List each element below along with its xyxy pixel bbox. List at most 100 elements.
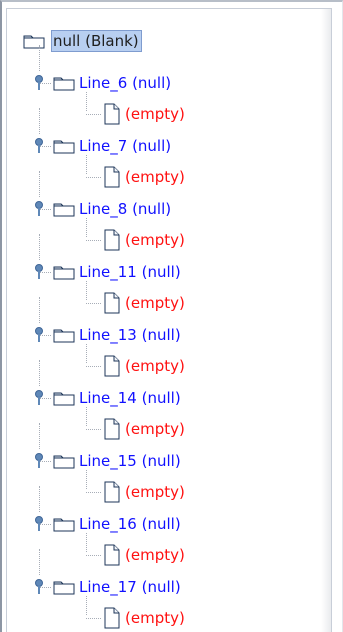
tree-connector-horizontal — [40, 272, 51, 273]
tree-connector-vertical — [39, 108, 40, 134]
tree-line-node[interactable]: Line_14 (null) — [53, 386, 181, 410]
tree-empty-node[interactable]: (empty) — [103, 354, 185, 378]
tree-line-label[interactable]: Line_16 (null) — [79, 515, 181, 533]
tree-child-connector-horizontal — [86, 366, 101, 367]
folder-icon — [53, 516, 75, 532]
tree-child-connector-vertical — [86, 344, 87, 363]
folder-icon — [53, 327, 75, 343]
tree-line-label[interactable]: Line_8 (null) — [79, 200, 171, 218]
tree-expand-handle-stem — [38, 82, 40, 90]
folder-icon — [53, 453, 75, 469]
tree-panel: null (Blank) Line_6 (null) (empty) Line_7 … — [0, 0, 343, 632]
tree-expand-handle-stem — [38, 334, 40, 342]
tree-empty-label[interactable]: (empty) — [125, 105, 185, 123]
tree-child-connector-horizontal — [86, 240, 101, 241]
tree-expand-handle-stem — [38, 397, 40, 405]
tree-line-node[interactable]: Line_6 (null) — [53, 71, 171, 95]
tree-child-connector-vertical — [86, 533, 87, 552]
tree-connector-vertical — [39, 549, 40, 575]
tree-child-connector-vertical — [86, 155, 87, 174]
tree-child-connector-horizontal — [86, 618, 101, 619]
tree-connector-horizontal — [40, 524, 51, 525]
tree-connector-horizontal — [40, 335, 51, 336]
panel-edge-shadow — [321, 9, 331, 632]
document-icon — [103, 229, 121, 251]
tree-child-connector-vertical — [86, 281, 87, 300]
tree-line-node[interactable]: Line_17 (null) — [53, 575, 181, 599]
document-icon — [103, 607, 121, 629]
tree-empty-node[interactable]: (empty) — [103, 480, 185, 504]
folder-icon — [53, 201, 75, 217]
tree-line-label[interactable]: Line_13 (null) — [79, 326, 181, 344]
tree-empty-label[interactable]: (empty) — [125, 420, 185, 438]
tree-child-connector-vertical — [86, 596, 87, 615]
tree-view[interactable]: null (Blank) Line_6 (null) (empty) Line_7 … — [6, 8, 332, 632]
tree-expand-handle-stem — [38, 523, 40, 531]
tree-line-node[interactable]: Line_16 (null) — [53, 512, 181, 536]
folder-icon — [53, 390, 75, 406]
tree-empty-label[interactable]: (empty) — [125, 357, 185, 375]
document-icon — [103, 418, 121, 440]
tree-child-connector-horizontal — [86, 429, 101, 430]
tree-line-node[interactable]: Line_8 (null) — [53, 197, 171, 221]
tree-child-connector-vertical — [86, 470, 87, 489]
document-icon — [103, 481, 121, 503]
tree-connector-vertical — [39, 234, 40, 260]
tree-content: null (Blank) Line_6 (null) (empty) Line_7 … — [7, 9, 331, 632]
tree-empty-node[interactable]: (empty) — [103, 417, 185, 441]
tree-expand-handle-stem — [38, 145, 40, 153]
tree-connector-vertical — [39, 297, 40, 323]
tree-line-label[interactable]: Line_17 (null) — [79, 578, 181, 596]
tree-line-label[interactable]: Line_15 (null) — [79, 452, 181, 470]
tree-empty-label[interactable]: (empty) — [125, 546, 185, 564]
tree-expand-handle-stem — [38, 271, 40, 279]
tree-root-node[interactable]: null (Blank) — [23, 29, 142, 53]
tree-connector-horizontal — [40, 587, 51, 588]
tree-connector-vertical — [39, 45, 40, 71]
tree-connector-horizontal — [40, 146, 51, 147]
tree-empty-label[interactable]: (empty) — [125, 294, 185, 312]
tree-empty-node[interactable]: (empty) — [103, 102, 185, 126]
tree-line-node[interactable]: Line_15 (null) — [53, 449, 181, 473]
tree-expand-handle-stem — [38, 586, 40, 594]
folder-icon — [53, 264, 75, 280]
tree-expand-handle-stem — [38, 460, 40, 468]
tree-empty-node[interactable]: (empty) — [103, 165, 185, 189]
tree-root-label[interactable]: null (Blank) — [51, 30, 142, 52]
document-icon — [103, 166, 121, 188]
tree-empty-label[interactable]: (empty) — [125, 231, 185, 249]
tree-empty-node[interactable]: (empty) — [103, 606, 185, 630]
tree-line-node[interactable]: Line_13 (null) — [53, 323, 181, 347]
tree-empty-label[interactable]: (empty) — [125, 609, 185, 627]
document-icon — [103, 355, 121, 377]
tree-child-connector-horizontal — [86, 492, 101, 493]
tree-empty-node[interactable]: (empty) — [103, 291, 185, 315]
folder-icon — [53, 579, 75, 595]
tree-empty-label[interactable]: (empty) — [125, 168, 185, 186]
tree-line-label[interactable]: Line_7 (null) — [79, 137, 171, 155]
tree-empty-node[interactable]: (empty) — [103, 228, 185, 252]
tree-child-connector-vertical — [86, 218, 87, 237]
tree-line-node[interactable]: Line_11 (null) — [53, 260, 181, 284]
tree-connector-vertical — [39, 486, 40, 512]
tree-child-connector-horizontal — [86, 114, 101, 115]
document-icon — [103, 103, 121, 125]
document-icon — [103, 292, 121, 314]
tree-child-connector-horizontal — [86, 303, 101, 304]
tree-connector-horizontal — [40, 83, 51, 84]
tree-line-label[interactable]: Line_14 (null) — [79, 389, 181, 407]
tree-line-label[interactable]: Line_11 (null) — [79, 263, 181, 281]
tree-child-connector-vertical — [86, 92, 87, 111]
tree-empty-node[interactable]: (empty) — [103, 543, 185, 567]
tree-child-connector-vertical — [86, 407, 87, 426]
tree-connector-horizontal — [40, 209, 51, 210]
tree-connector-vertical — [39, 423, 40, 449]
folder-icon — [53, 75, 75, 91]
tree-child-connector-horizontal — [86, 555, 101, 556]
tree-line-node[interactable]: Line_7 (null) — [53, 134, 171, 158]
tree-empty-label[interactable]: (empty) — [125, 483, 185, 501]
tree-child-connector-horizontal — [86, 177, 101, 178]
tree-expand-handle-stem — [38, 208, 40, 216]
tree-line-label[interactable]: Line_6 (null) — [79, 74, 171, 92]
folder-icon — [23, 33, 45, 49]
